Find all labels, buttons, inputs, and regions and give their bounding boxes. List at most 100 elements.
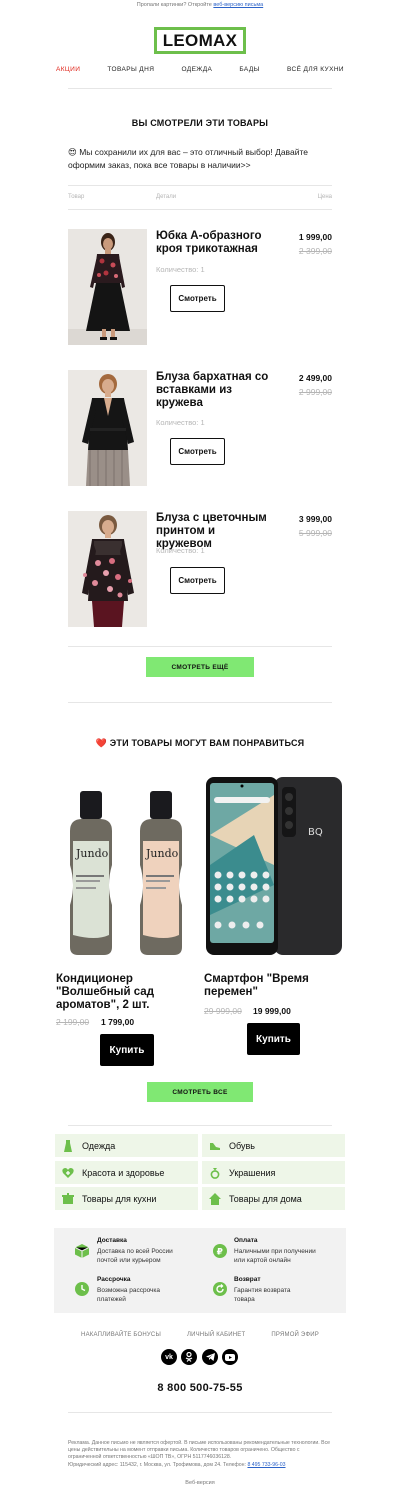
col-product: Товар [68, 194, 85, 200]
info-text: Возможна рассрочка платежей [97, 1287, 161, 1303]
preheader: Пропали картинки? Откройте веб-версию пи… [0, 0, 400, 12]
product-old-price: 5 999,00 [298, 528, 332, 538]
recommend-title: ❤️ ЭТИ ТОВАРЫ МОГУТ ВАМ ПОНРАВИТЬСЯ [95, 738, 305, 748]
buy-button[interactable]: Купить [247, 1023, 300, 1055]
heart-plus-icon [62, 1167, 74, 1179]
col-details: Детали [156, 194, 177, 200]
product-image-smartphone[interactable]: BQ [204, 775, 344, 960]
product-price: 2 499,00 [298, 373, 332, 383]
divider [68, 1412, 332, 1413]
product-price: 1 999,00 [298, 232, 332, 242]
product-old-price: 2 999,00 [298, 387, 332, 397]
divider [68, 646, 332, 647]
viewed-title: ВЫ СМОТРЕЛИ ЭТИ ТОВАРЫ [131, 118, 269, 128]
svg-text:Jundo: Jundo [145, 847, 179, 860]
nav-item-promo[interactable]: АКЦИИ [56, 66, 80, 73]
view-button[interactable]: Смотреть [170, 438, 225, 465]
category-jewelry[interactable]: Украшения [202, 1161, 345, 1184]
footer-links: НАКАПЛИВАЙТЕ БОНУСЫ ЛИЧНЫЙ КАБИНЕТ ПРЯМО… [0, 1332, 400, 1338]
legal-address: Юридический адрес: 115432, г. Москва, ул… [68, 1461, 248, 1468]
divider [68, 702, 332, 703]
col-price: Цена [317, 194, 332, 200]
nav-item-supplements[interactable]: БАДЫ [239, 66, 259, 73]
box-icon [75, 1244, 89, 1258]
phone-number[interactable]: 8 800 500-75-55 [0, 1382, 400, 1394]
svg-text:Jundo: Jundo [75, 847, 109, 860]
rec-product-title[interactable]: Смартфон "Время перемен" [204, 973, 344, 999]
youtube-icon[interactable] [222, 1349, 238, 1365]
product-quantity: Количество: 1 [156, 265, 205, 274]
view-all-button[interactable]: СМОТРЕТЬ ВСЕ [147, 1082, 253, 1102]
product-old-price: 2 399,00 [298, 246, 332, 256]
category-label: Товары для дома [229, 1193, 302, 1204]
telegram-icon[interactable] [202, 1349, 218, 1365]
bonus-link[interactable]: НАКАПЛИВАЙТЕ БОНУСЫ [81, 1332, 161, 1338]
nav-item-kitchen[interactable]: ВСЁ ДЛЯ КУХНИ [287, 66, 344, 73]
info-text: Наличными при получении или картой онлай… [234, 1248, 316, 1264]
account-link[interactable]: ЛИЧНЫЙ КАБИНЕТ [187, 1332, 245, 1338]
view-more-button[interactable]: СМОТРЕТЬ ЕЩЁ [146, 657, 254, 677]
viewed-intro: 😍 Мы сохранили их для вас – это отличный… [68, 147, 308, 170]
live-link[interactable]: ПРЯМОЙ ЭФИР [271, 1332, 319, 1338]
return-icon [213, 1282, 227, 1296]
product-image-velvet-blouse[interactable] [68, 370, 147, 486]
rec-old-price: 29 999,00 [204, 1006, 242, 1016]
web-version-footer-link[interactable]: Веб-версия [0, 1480, 400, 1486]
rec-price: 19 999,00 [253, 1006, 291, 1016]
ring-icon [209, 1167, 221, 1179]
category-label: Одежда [82, 1140, 116, 1151]
category-label: Украшения [229, 1167, 276, 1178]
divider [68, 209, 332, 210]
ok-icon[interactable] [181, 1349, 197, 1365]
svg-text:₽: ₽ [217, 1248, 223, 1258]
category-label: Обувь [229, 1140, 255, 1151]
legal-phone-link[interactable]: 8 495 733-96-03 [247, 1462, 285, 1468]
divider [68, 185, 332, 186]
product-image-skirt[interactable] [68, 229, 147, 345]
nav-item-clothes[interactable]: ОДЕЖДА [181, 66, 212, 73]
product-price: 3 999,00 [298, 514, 332, 524]
buy-button[interactable]: Купить [100, 1034, 154, 1066]
rec-price: 1 799,00 [101, 1017, 135, 1027]
info-title: Доставка [97, 1237, 127, 1244]
ruble-icon: ₽ [213, 1244, 227, 1258]
product-quantity: Количество: 1 [156, 418, 205, 427]
rec-old-price: 2 199,00 [56, 1017, 90, 1027]
view-button[interactable]: Смотреть [170, 285, 225, 312]
product-title[interactable]: Юбка А-образного кроя трикотажная [156, 230, 274, 256]
category-clothes[interactable]: Одежда [55, 1134, 198, 1157]
category-label: Товары для кухни [82, 1193, 157, 1204]
category-shoes[interactable]: Обувь [202, 1134, 345, 1157]
legal-disclaimer: Реклама. Данное письмо не является оферт… [68, 1440, 331, 1461]
rec-product-title[interactable]: Кондиционер "Волшебный сад ароматов", 2 … [56, 973, 196, 1012]
divider [68, 1125, 332, 1126]
info-title: Оплата [234, 1237, 258, 1244]
info-title: Возврат [234, 1276, 261, 1283]
leomax-logo[interactable]: LEOMAX [154, 27, 246, 54]
info-text: Доставка по всей России почтой или курье… [97, 1248, 173, 1264]
svg-text:BQ: BQ [308, 827, 323, 838]
category-home[interactable]: Товары для дома [202, 1187, 345, 1210]
shoe-icon [209, 1140, 221, 1152]
product-image-conditioner[interactable]: Jundo Jundo [56, 775, 196, 960]
nav-item-deals[interactable]: ТОВАРЫ ДНЯ [107, 66, 154, 73]
info-title: Рассрочка [97, 1276, 131, 1283]
pot-icon [62, 1192, 74, 1205]
web-version-link[interactable]: веб-версию письма [213, 2, 263, 8]
legal-text: Реклама. Данное письмо не является оферт… [68, 1440, 332, 1469]
preheader-text: Пропали картинки? Откройте [136, 2, 214, 8]
product-quantity: Количество: 1 [156, 546, 205, 555]
dress-icon [62, 1139, 74, 1152]
product-image-floral-blouse[interactable] [68, 511, 147, 627]
top-nav: АКЦИИ ТОВАРЫ ДНЯ ОДЕЖДА БАДЫ ВСЁ ДЛЯ КУХ… [56, 66, 344, 73]
house-icon [209, 1192, 221, 1205]
category-label: Красота и здоровье [82, 1167, 165, 1178]
vk-icon[interactable]: vk [161, 1349, 177, 1365]
info-text: Гарантия возврата товара [234, 1287, 291, 1303]
info-block: Доставка Доставка по всей России почтой … [54, 1228, 346, 1313]
view-button[interactable]: Смотреть [170, 567, 225, 594]
category-kitchen[interactable]: Товары для кухни [55, 1187, 198, 1210]
category-beauty[interactable]: Красота и здоровье [55, 1161, 198, 1184]
divider [68, 88, 332, 89]
product-title[interactable]: Блуза бархатная со вставками из кружева [156, 371, 274, 410]
